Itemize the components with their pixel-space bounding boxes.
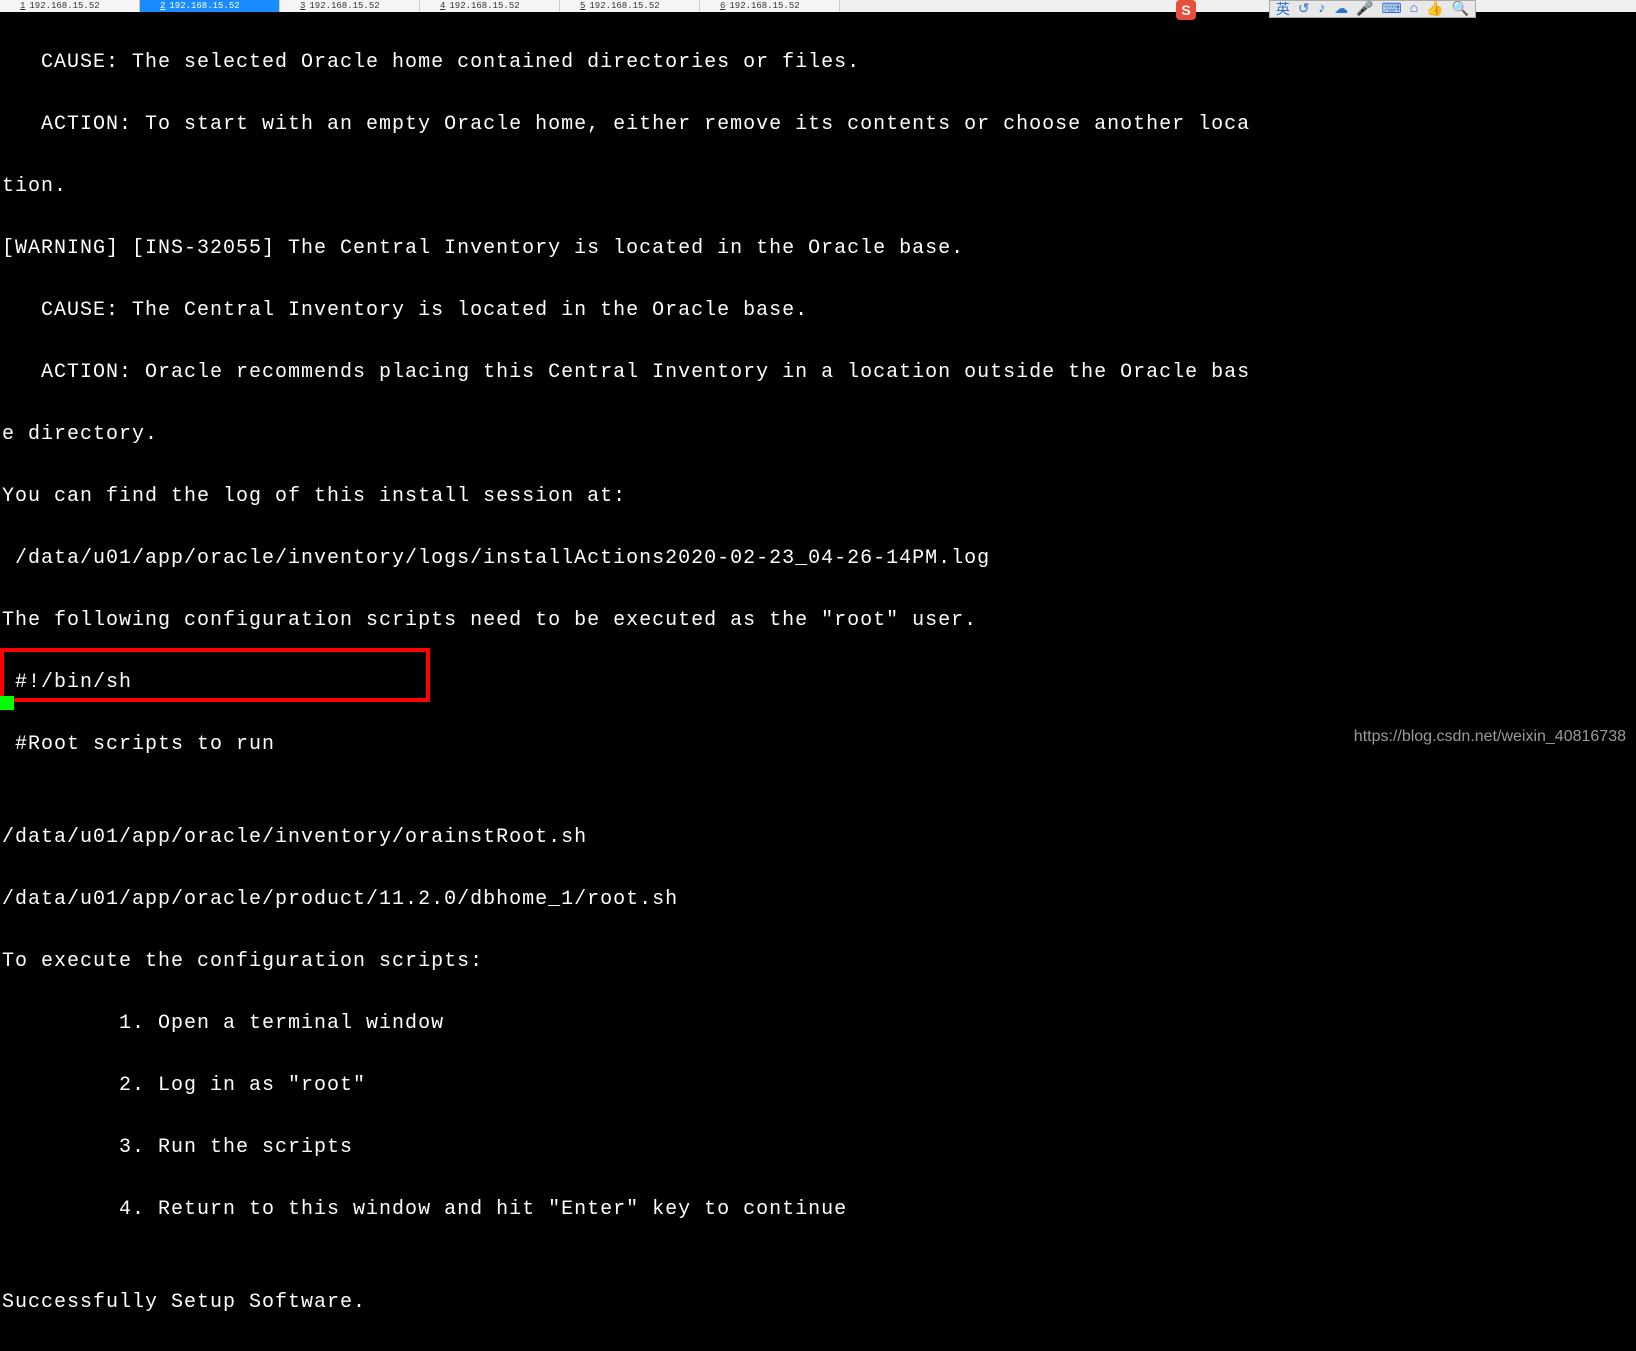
term-line: 3. Run the scripts <box>2 1132 1634 1163</box>
term-line: #!/bin/sh <box>2 667 1634 698</box>
term-line: [WARNING] [INS-32055] The Central Invent… <box>2 233 1634 264</box>
term-line: ACTION: To start with an empty Oracle ho… <box>2 109 1634 140</box>
term-line: 4. Return to this window and hit "Enter"… <box>2 1194 1634 1225</box>
tab-4[interactable]: 4192.168.15.52 <box>420 0 560 12</box>
term-line: You can find the log of this install ses… <box>2 481 1634 512</box>
term-line: Successfully Setup Software. <box>2 1287 1634 1318</box>
tab-1[interactable]: 1192.168.15.52 <box>0 0 140 12</box>
term-line: tion. <box>2 171 1634 202</box>
term-line: 2. Log in as "root" <box>2 1070 1634 1101</box>
term-line: ACTION: Oracle recommends placing this C… <box>2 357 1634 388</box>
term-line: /data/u01/app/oracle/product/11.2.0/dbho… <box>2 884 1634 915</box>
tab-5[interactable]: 5192.168.15.52 <box>560 0 700 12</box>
tab-3[interactable]: 3192.168.15.52 <box>280 0 420 12</box>
term-line: CAUSE: The Central Inventory is located … <box>2 295 1634 326</box>
term-line: The following configuration scripts need… <box>2 605 1634 636</box>
terminal-output[interactable]: CAUSE: The selected Oracle home containe… <box>0 14 1636 1351</box>
term-line: /data/u01/app/oracle/inventory/logs/inst… <box>2 543 1634 574</box>
term-line: e directory. <box>2 419 1634 450</box>
terminal-cursor <box>0 696 14 710</box>
watermark: https://blog.csdn.net/weixin_40816738 <box>1354 728 1626 746</box>
term-line: To execute the configuration scripts: <box>2 946 1634 977</box>
tab-6[interactable]: 6192.168.15.52 <box>700 0 840 12</box>
term-line: CAUSE: The selected Oracle home containe… <box>2 47 1634 78</box>
tab-2[interactable]: 2192.168.15.52 <box>140 0 280 12</box>
term-line: /data/u01/app/oracle/inventory/orainstRo… <box>2 822 1634 853</box>
term-line: 1. Open a terminal window <box>2 1008 1634 1039</box>
